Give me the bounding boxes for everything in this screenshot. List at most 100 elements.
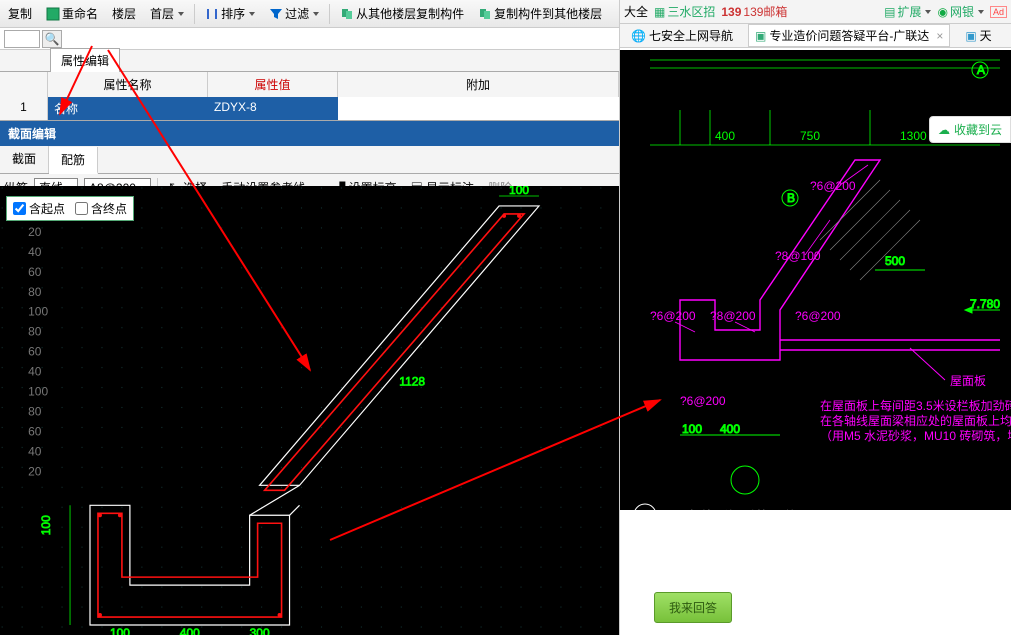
svg-text:100: 100	[39, 515, 53, 535]
svg-text:100: 100	[509, 186, 529, 197]
separator	[194, 4, 195, 24]
svg-text:80: 80	[28, 325, 42, 339]
rename-button[interactable]: 重命名	[42, 3, 102, 24]
copy-to-icon	[478, 7, 492, 21]
sort-label: 排序	[221, 5, 245, 22]
subtab-section[interactable]: 截面	[0, 146, 49, 173]
svg-text:80: 80	[28, 404, 42, 418]
section-subtabs: 截面 配筋	[0, 146, 619, 174]
ad-badge: Ad	[990, 6, 1007, 18]
panel-title-label: 截面编辑	[8, 127, 56, 141]
filter-button[interactable]: 过滤	[265, 3, 323, 24]
btab-3[interactable]: ▣天	[958, 24, 998, 47]
svg-text:（用M5 水泥砂浆，MU10 砖砌筑，墙厚2: （用M5 水泥砂浆，MU10 砖砌筑，墙厚2	[820, 428, 1011, 443]
bt-daquan[interactable]: 大全	[624, 3, 648, 20]
bt-ext[interactable]: ▤扩展	[884, 3, 931, 20]
shield-icon: ◉	[937, 5, 947, 19]
svg-text:60: 60	[28, 265, 42, 279]
main-toolbar: 复制 重命名 楼层 首层 排序 过滤 从其他楼层复制构件 复制构件到其他楼层	[0, 0, 619, 28]
cad-canvas[interactable]: 02040 6080100 806040 1008060 4020	[0, 186, 619, 635]
sort-button[interactable]: 排序	[201, 3, 259, 24]
chk-start-input[interactable]	[13, 202, 26, 215]
bt-wangyin[interactable]: ◉网银	[937, 3, 984, 20]
subtab-label: 配筋	[61, 153, 85, 167]
property-row[interactable]: 1 名称 ZDYX-8	[0, 97, 619, 120]
rename-label: 重命名	[62, 5, 98, 22]
tab-strip: 属性编辑	[0, 50, 619, 72]
first-floor-dropdown[interactable]: 首层	[146, 3, 188, 24]
floor-label: 楼层	[112, 5, 136, 22]
ext-icon: ▤	[884, 5, 895, 19]
close-icon[interactable]: ×	[936, 29, 943, 43]
svg-text:750: 750	[800, 129, 820, 143]
col-name: 属性名称	[48, 72, 208, 97]
bt-139mail[interactable]: 139139邮箱	[721, 3, 787, 20]
btab-1[interactable]: 🌐七安全上网导航	[624, 24, 740, 47]
search-button[interactable]: 🔍	[42, 30, 62, 48]
caret-icon	[249, 12, 255, 16]
svg-text:100: 100	[110, 626, 130, 635]
svg-text:80: 80	[28, 285, 42, 299]
copy-to-button[interactable]: 复制构件到其他楼层	[474, 3, 606, 24]
btab-2[interactable]: ▣专业造价问题答疑平台-广联达×	[748, 24, 950, 47]
svg-text:400: 400	[720, 422, 740, 436]
copy-from-button[interactable]: 从其他楼层复制构件	[336, 3, 468, 24]
answer-label: 我来回答	[669, 601, 717, 615]
copy-to-label: 复制构件到其他楼层	[494, 5, 602, 22]
chk-end-input[interactable]	[75, 202, 88, 215]
svg-text:400: 400	[715, 129, 735, 143]
svg-text:B: B	[787, 191, 795, 205]
caret-icon	[178, 12, 184, 16]
property-header: 属性名称 属性值 附加	[0, 72, 619, 97]
svg-text:60: 60	[28, 345, 42, 359]
svg-text:60: 60	[28, 424, 42, 438]
svg-text:100: 100	[28, 385, 48, 399]
svg-text:屋面板: 屋面板	[950, 374, 986, 388]
caret-icon	[978, 10, 984, 14]
browser-page-tabs: 🌐七安全上网导航 ▣专业造价问题答疑平台-广联达× ▣天	[620, 24, 1011, 48]
answer-button[interactable]: 我来回答	[654, 592, 732, 623]
svg-text:300: 300	[250, 626, 270, 635]
bt-sanshui[interactable]: ▦三水区招	[654, 3, 715, 20]
tab-property-edit[interactable]: 属性编辑	[50, 48, 120, 72]
svg-text:2: 2	[640, 509, 648, 510]
spec6-text: ?6@200	[680, 394, 726, 408]
svg-text:7.780: 7.780	[970, 297, 1000, 311]
search-input[interactable]	[4, 30, 40, 48]
svg-text:40: 40	[28, 365, 42, 379]
row-index: 1	[0, 97, 48, 120]
spec1-text: ?6@200	[810, 179, 856, 193]
svg-text:在屋面板上每间距3.5米设栏板加劲砖墙: 在屋面板上每间距3.5米设栏板加劲砖墙	[820, 398, 1011, 413]
globe-icon: 🌐	[631, 29, 646, 43]
copy-from-icon	[340, 7, 354, 21]
mail139-icon: 139	[721, 5, 741, 19]
svg-text:40: 40	[28, 444, 42, 458]
svg-text:20: 20	[28, 464, 42, 478]
row-value: ZDYX-8	[208, 97, 338, 120]
cloud-save-badge[interactable]: ☁ 收藏到云	[929, 116, 1011, 143]
copy-button[interactable]: 复制	[4, 3, 36, 24]
svg-text:500: 500	[885, 254, 905, 268]
svg-text:1300: 1300	[900, 129, 927, 143]
spec3-text: ?6@200	[650, 309, 696, 323]
search-icon: 🔍	[45, 32, 60, 46]
rename-icon	[46, 7, 60, 21]
cloud-icon: ☁	[938, 123, 950, 137]
filter-label: 过滤	[285, 5, 309, 22]
chk-end[interactable]: 含终点	[75, 200, 127, 217]
filter-icon	[269, 7, 283, 21]
row-attach	[338, 97, 619, 120]
sort-icon	[205, 7, 219, 21]
chk-start[interactable]: 含起点	[13, 200, 65, 217]
page-icon: ▣	[965, 29, 976, 43]
checkbox-panel: 含起点 含终点	[6, 196, 134, 221]
chk-start-label: 含起点	[29, 200, 65, 217]
subtab-rebar[interactable]: 配筋	[49, 147, 98, 174]
spec5-text: ?6@200	[795, 309, 841, 323]
svg-text:400: 400	[180, 626, 200, 635]
panel-title: 截面编辑	[0, 121, 619, 146]
svg-text:1128: 1128	[399, 375, 425, 389]
cloud-label: 收藏到云	[954, 121, 1002, 138]
svg-text:屋面板处天沟、斜板配筋: 屋面板处天沟、斜板配筋	[665, 508, 797, 510]
floor-button[interactable]: 楼层	[108, 3, 140, 24]
